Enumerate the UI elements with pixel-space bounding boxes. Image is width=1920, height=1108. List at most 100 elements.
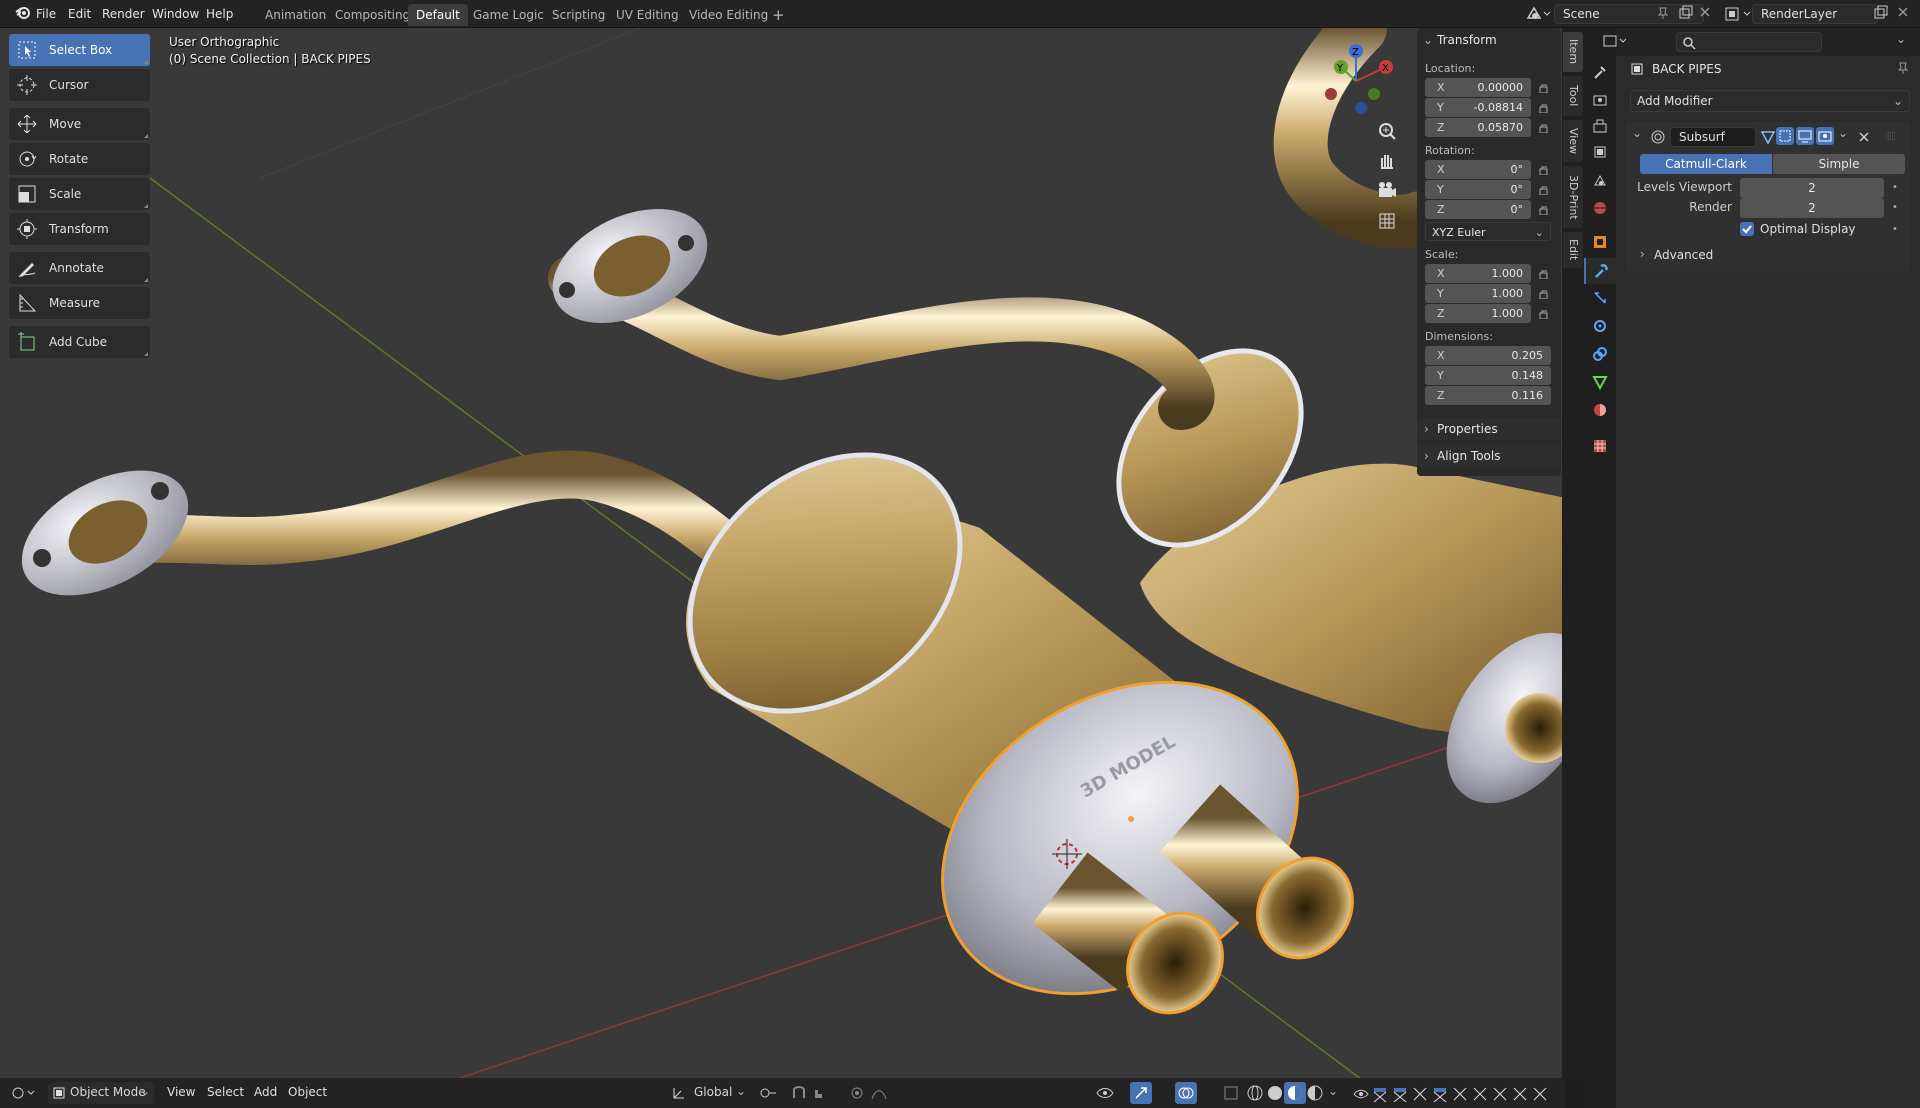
rotation-mode-dropdown[interactable]: XYZ Euler ⌄ (1425, 222, 1551, 241)
xray-toggle-icon[interactable] (1222, 1084, 1240, 1102)
lock-icon[interactable] (1539, 83, 1549, 93)
align-tools-section[interactable]: › Align Tools (1417, 445, 1561, 467)
dimension-y-field[interactable]: Y 0.148 (1425, 366, 1551, 385)
visibility-toggles-icon[interactable] (1350, 1084, 1560, 1104)
advanced-subpanel[interactable]: › Advanced (1632, 246, 1904, 266)
snap-icon[interactable] (790, 1084, 808, 1102)
tool-measure[interactable]: Measure (9, 287, 150, 319)
menu-render[interactable]: Render (96, 4, 151, 24)
physics-tab-icon[interactable] (1592, 318, 1608, 334)
menu-window[interactable]: Window (146, 4, 205, 24)
tool-move[interactable]: Move (9, 108, 150, 140)
tool-scale[interactable]: Scale (9, 178, 150, 210)
snap-target-icon[interactable] (812, 1084, 836, 1102)
pivot-icon[interactable] (758, 1084, 780, 1102)
tool-rotate[interactable]: Rotate (9, 143, 150, 175)
zoom-icon[interactable] (1374, 118, 1400, 144)
levels-viewport-field[interactable]: 2 (1740, 178, 1884, 198)
output-tab-icon[interactable] (1592, 118, 1608, 134)
rotation-y-field[interactable]: Y 0° (1425, 180, 1531, 199)
chevron-down-icon[interactable]: ⌄ (1632, 126, 1642, 140)
add-workspace-button[interactable]: + (764, 4, 793, 26)
editor-type-icon[interactable] (1602, 34, 1630, 50)
pin-icon[interactable] (1656, 6, 1670, 20)
close-icon[interactable] (1858, 131, 1870, 143)
menu-select[interactable]: Select (207, 1085, 244, 1099)
transform-header[interactable]: ⌄ Transform (1417, 28, 1561, 52)
proportional-edit-icon[interactable] (848, 1084, 866, 1102)
dimension-x-field[interactable]: X 0.205 (1425, 346, 1551, 365)
menu-object[interactable]: Object (288, 1085, 327, 1099)
scale-x-field[interactable]: X 1.000 (1425, 264, 1531, 283)
render-levels-field[interactable]: 2 (1740, 198, 1884, 218)
wireframe-shading-icon[interactable] (1246, 1084, 1264, 1102)
menu-edit[interactable]: Edit (62, 4, 97, 24)
pin-icon[interactable] (1896, 61, 1910, 75)
keyframe-dot-icon[interactable]: • (1892, 202, 1898, 213)
edit-mode-toggle-icon[interactable] (1760, 129, 1776, 145)
render-layer-selector-icon[interactable] (1722, 4, 1754, 24)
render-toggle-icon[interactable] (1816, 127, 1834, 145)
new-layer-icon[interactable] (1873, 5, 1889, 21)
solid-shading-icon[interactable] (1266, 1084, 1284, 1102)
overlays-toggle-icon[interactable] (1175, 1082, 1197, 1104)
lock-icon[interactable] (1539, 165, 1549, 175)
gizmo-toggle-icon[interactable] (1130, 1082, 1152, 1104)
rendered-shading-icon[interactable] (1306, 1084, 1324, 1102)
tab-edit[interactable]: Edit (1563, 232, 1583, 268)
new-scene-icon[interactable] (1678, 5, 1694, 21)
object-tab-icon[interactable] (1592, 234, 1608, 250)
rotation-z-field[interactable]: Z 0° (1425, 200, 1531, 219)
lock-icon[interactable] (1539, 269, 1549, 279)
tool-cursor[interactable]: Cursor (9, 69, 150, 101)
properties-section[interactable]: › Properties (1417, 418, 1561, 440)
tab-view[interactable]: View (1563, 120, 1583, 162)
particles-tab-icon[interactable] (1592, 290, 1608, 306)
tab-uv-editing[interactable]: UV Editing (608, 4, 687, 26)
view-layer-tab-icon[interactable] (1592, 144, 1608, 160)
constraints-tab-icon[interactable] (1592, 346, 1608, 362)
location-z-field[interactable]: Z 0.05870 (1425, 118, 1531, 137)
drag-handle-icon[interactable] (1884, 130, 1898, 142)
tool-add-cube[interactable]: Add Cube (9, 326, 150, 358)
properties-search-input[interactable] (1676, 32, 1822, 52)
scene-tab-icon[interactable] (1592, 172, 1608, 188)
material-shading-icon[interactable] (1284, 1082, 1306, 1104)
lock-icon[interactable] (1539, 289, 1549, 299)
menu-add[interactable]: Add (254, 1085, 277, 1099)
simple-button[interactable]: Simple (1773, 154, 1905, 174)
chevron-down-icon[interactable]: ⌄ (1896, 32, 1906, 46)
tab-default[interactable]: Default (408, 4, 468, 26)
material-tab-icon[interactable] (1592, 402, 1608, 418)
editor-type-icon[interactable] (10, 1084, 38, 1102)
viewport-toggle-icon[interactable] (1796, 127, 1814, 145)
tool-settings-tab-icon[interactable] (1592, 64, 1608, 80)
world-tab-icon[interactable] (1592, 200, 1608, 216)
lock-icon[interactable] (1539, 205, 1549, 215)
keyframe-dot-icon[interactable]: • (1892, 182, 1898, 193)
cage-toggle-icon[interactable] (1776, 127, 1794, 145)
modifiers-tab[interactable] (1584, 258, 1616, 284)
tab-3d-print[interactable]: 3D-Print (1563, 166, 1583, 228)
menu-view[interactable]: View (167, 1085, 195, 1099)
tab-scripting[interactable]: Scripting (544, 4, 613, 26)
lock-icon[interactable] (1539, 123, 1549, 133)
tab-video-editing[interactable]: Video Editing (681, 4, 776, 26)
location-x-field[interactable]: X 0.00000 (1425, 78, 1531, 97)
lock-icon[interactable] (1539, 103, 1549, 113)
location-y-field[interactable]: Y -0.08814 (1425, 98, 1531, 117)
pan-hand-icon[interactable] (1374, 148, 1400, 174)
scale-y-field[interactable]: Y 1.000 (1425, 284, 1531, 303)
render-layer-field[interactable]: RenderLayer (1752, 4, 1878, 24)
delete-scene-icon[interactable] (1698, 5, 1712, 19)
camera-view-icon[interactable] (1374, 178, 1400, 204)
orientation-dropdown[interactable]: Global ⌄ (670, 1082, 748, 1104)
tool-transform[interactable]: Transform (9, 213, 150, 245)
render-tab-icon[interactable] (1592, 92, 1608, 108)
optimal-display-checkbox[interactable] (1740, 222, 1754, 236)
tab-animation[interactable]: Animation (257, 4, 334, 26)
falloff-icon[interactable] (870, 1084, 890, 1102)
lock-icon[interactable] (1539, 309, 1549, 319)
chevron-down-icon[interactable]: ⌄ (1838, 126, 1848, 140)
mode-dropdown[interactable]: Object Mode ⌄ (48, 1082, 154, 1104)
